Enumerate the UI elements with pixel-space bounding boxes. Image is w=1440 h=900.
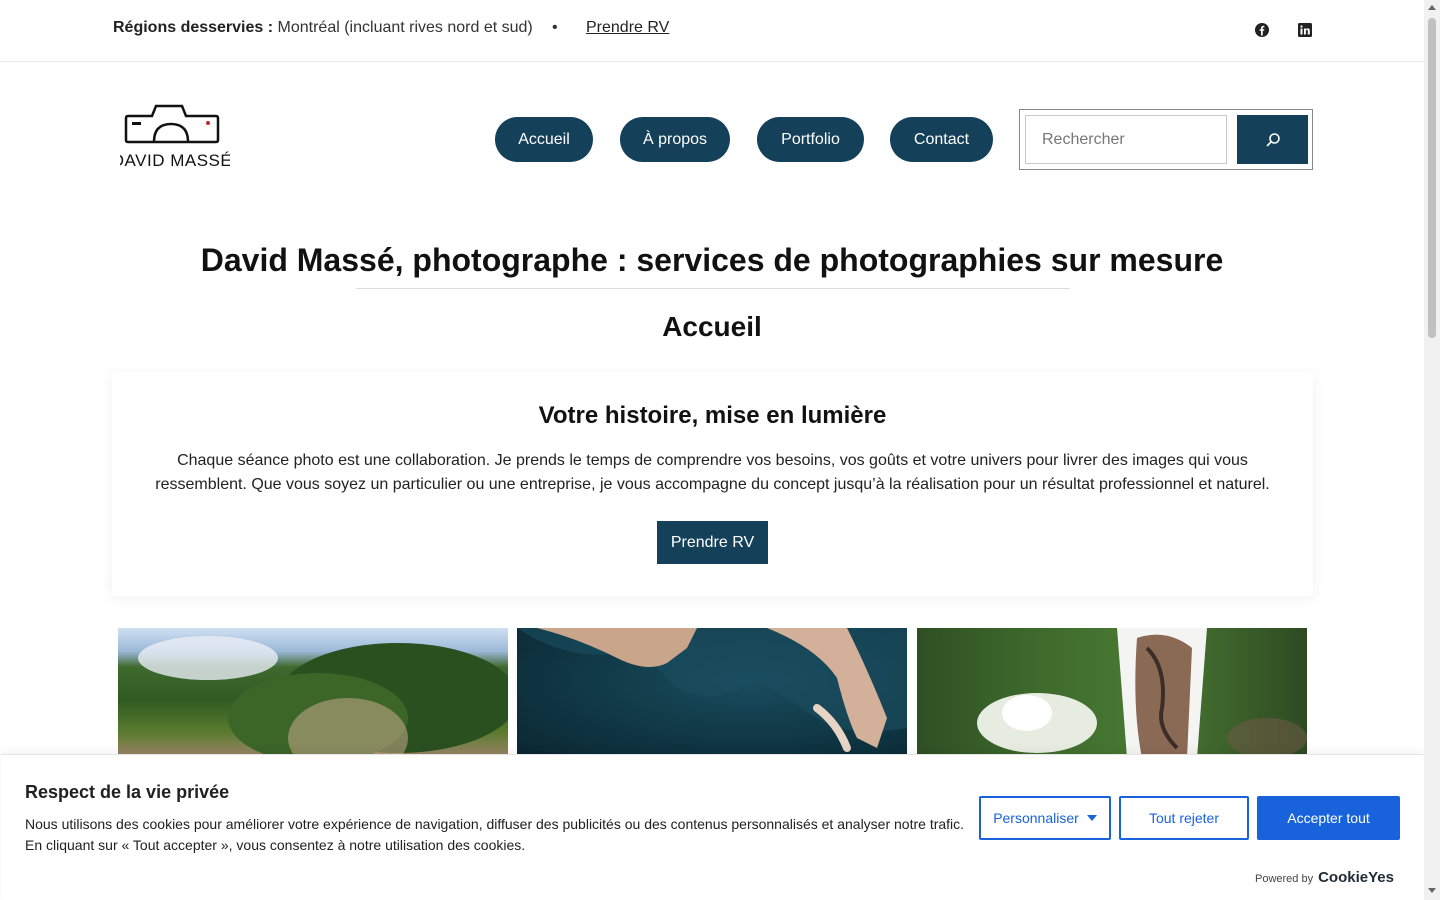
powered-by-label: Powered by bbox=[1255, 873, 1314, 885]
nav-contact[interactable]: Contact bbox=[890, 117, 993, 162]
nav-a-propos[interactable]: À propos bbox=[620, 117, 730, 162]
svg-text:DAVID MASSÉ: DAVID MASSÉ bbox=[120, 151, 230, 170]
search-icon bbox=[1266, 132, 1280, 146]
search-form: Rechercher bbox=[1019, 109, 1313, 170]
facebook-icon[interactable] bbox=[1254, 22, 1270, 38]
intro-card: Votre histoire, mise en lumière Chaque s… bbox=[112, 372, 1313, 596]
gallery-photo-hands[interactable] bbox=[517, 628, 907, 758]
customize-button[interactable]: Personnaliser bbox=[979, 796, 1111, 840]
search-button[interactable] bbox=[1237, 115, 1308, 164]
regions-label: Régions desservies : bbox=[113, 19, 274, 36]
cookie-banner: Respect de la vie privée Nous utilisons … bbox=[1, 754, 1424, 900]
page-title: David Massé, photographe : services de p… bbox=[200, 242, 1224, 278]
separator-dot: • bbox=[552, 19, 558, 36]
powered-by[interactable]: Powered by CookieYes bbox=[1255, 869, 1394, 886]
scroll-thumb[interactable] bbox=[1428, 18, 1436, 338]
card-text: Chaque séance photo est une collaboratio… bbox=[155, 452, 1270, 493]
cookieyes-logo: CookieYes bbox=[1318, 869, 1394, 886]
accept-all-button[interactable]: Accepter tout bbox=[1257, 796, 1400, 840]
gallery-photo-forest[interactable] bbox=[118, 628, 508, 758]
scroll-down-arrow-icon[interactable] bbox=[1428, 888, 1436, 893]
search-input[interactable]: Rechercher bbox=[1025, 115, 1227, 164]
nav-portfolio[interactable]: Portfolio bbox=[757, 117, 864, 162]
reject-all-button[interactable]: Tout rejeter bbox=[1119, 796, 1249, 840]
nav-accueil[interactable]: Accueil bbox=[495, 117, 593, 162]
customize-label: Personnaliser bbox=[993, 810, 1079, 826]
cookie-text: Nous utilisons des cookies pour améliore… bbox=[25, 816, 965, 853]
section-title: Accueil bbox=[662, 311, 762, 342]
appointment-button[interactable]: Prendre RV bbox=[657, 521, 768, 564]
appointment-link[interactable]: Prendre RV bbox=[586, 19, 669, 37]
scroll-up-arrow-icon[interactable] bbox=[1428, 5, 1436, 10]
served-regions: Régions desservies : Montréal (incluant … bbox=[113, 19, 533, 37]
card-title: Votre histoire, mise en lumière bbox=[538, 402, 887, 429]
regions-value: Montréal (incluant rives nord et sud) bbox=[277, 19, 533, 36]
top-bar: Régions desservies : Montréal (incluant … bbox=[0, 0, 1424, 62]
linkedin-icon[interactable] bbox=[1297, 22, 1313, 38]
title-divider bbox=[356, 288, 1070, 289]
gallery-photo-bride[interactable] bbox=[917, 628, 1307, 758]
site-logo[interactable]: DAVID MASSÉ bbox=[112, 98, 232, 173]
cookie-title: Respect de la vie privée bbox=[25, 782, 230, 802]
caret-down-icon bbox=[1086, 815, 1097, 821]
scrollbar[interactable] bbox=[1424, 0, 1440, 900]
